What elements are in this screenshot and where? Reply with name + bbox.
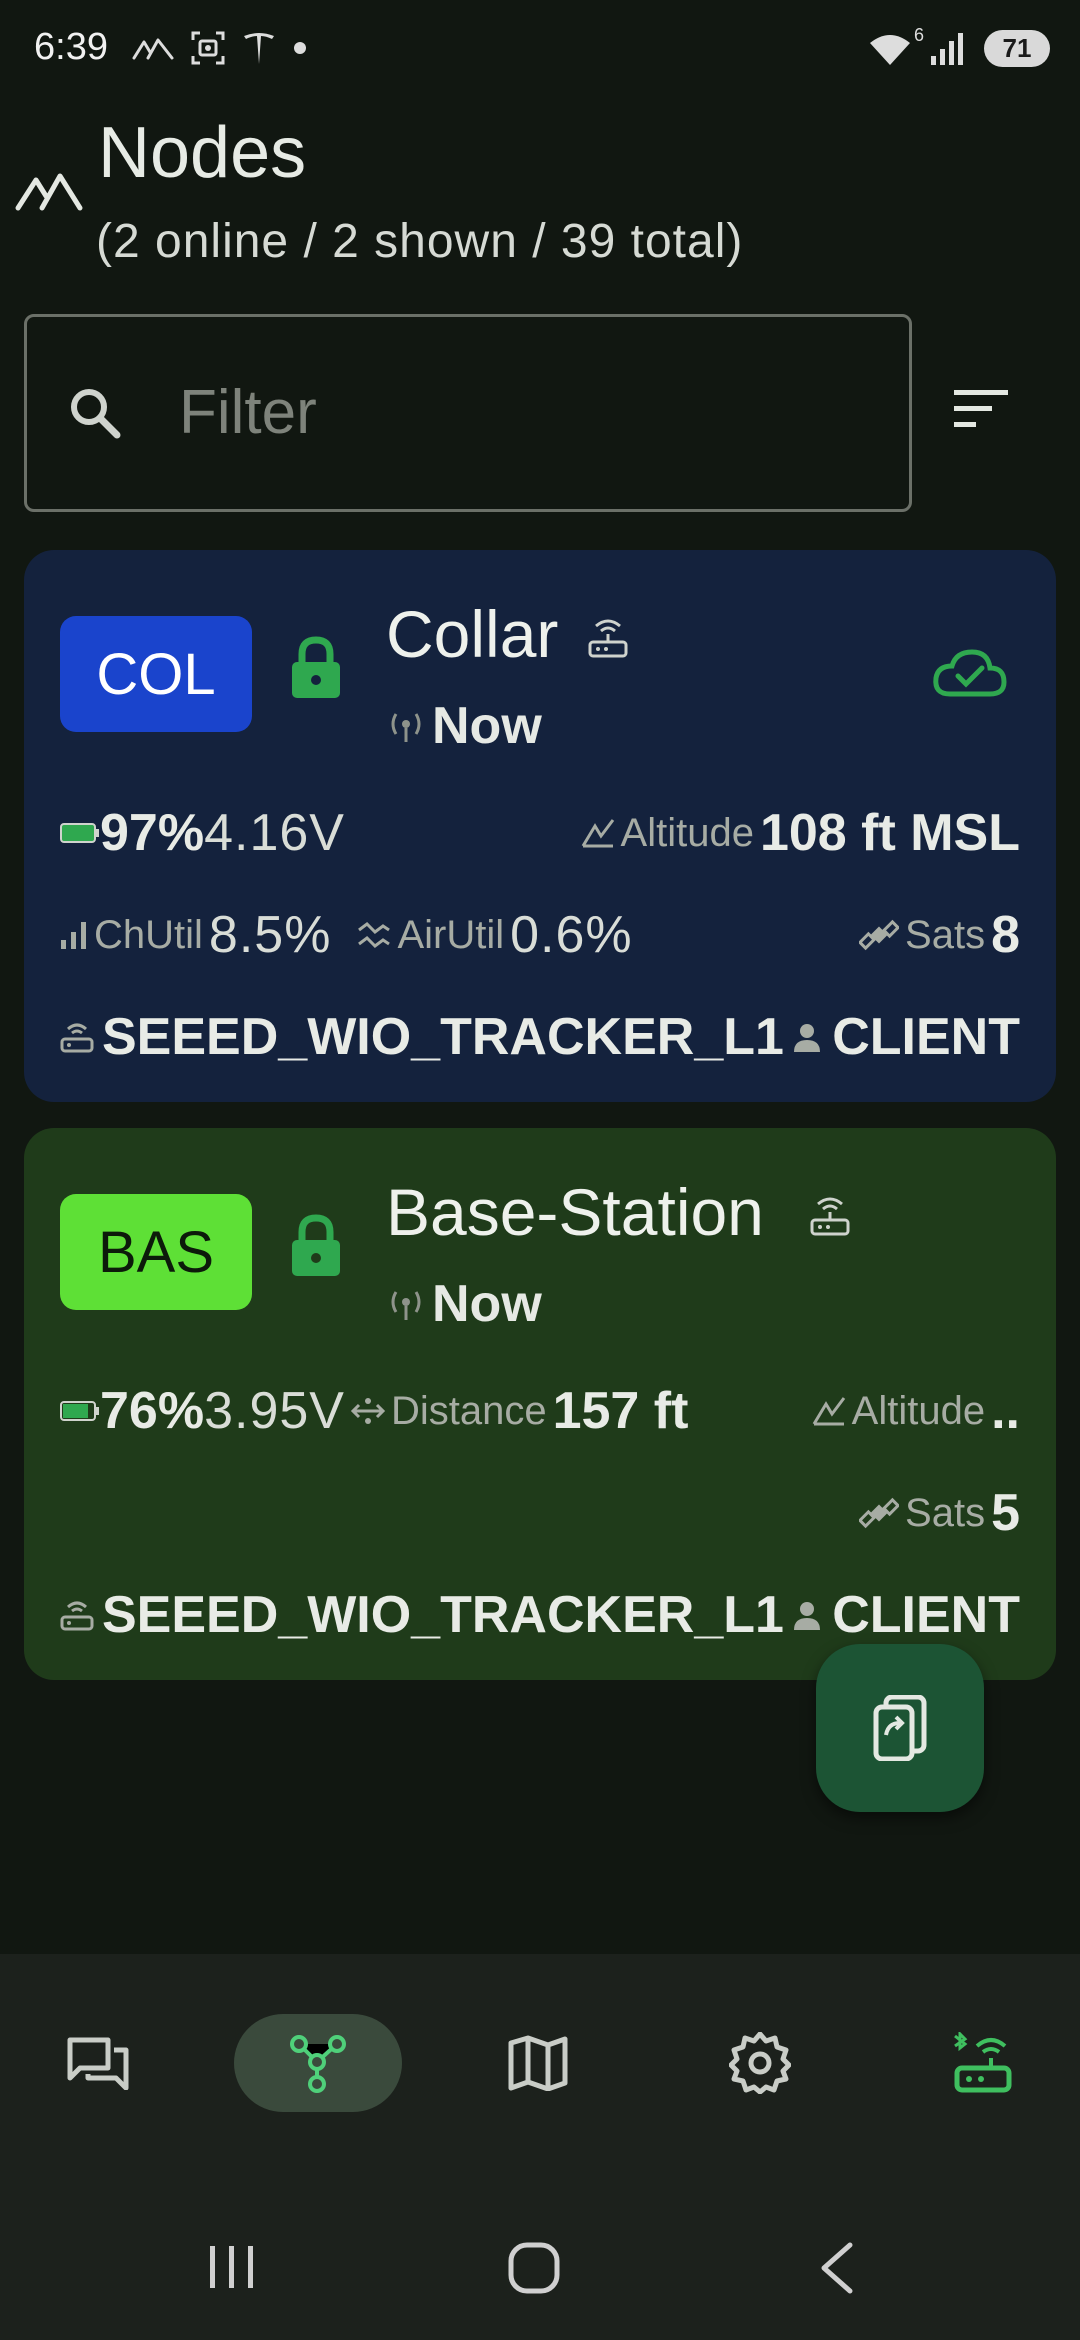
status-bar: 6:39 6 71 xyxy=(0,0,1080,100)
node-card[interactable]: COL Collar Now 97% 4.16V Altitude 108 ft… xyxy=(24,550,1056,1102)
battery-level: 97% xyxy=(100,804,205,862)
distance-icon xyxy=(350,1396,385,1426)
hardware-model: SEEED_WIO_TRACKER_L1 xyxy=(102,1008,784,1066)
person-icon xyxy=(792,1600,822,1630)
back-button[interactable] xyxy=(818,2242,854,2294)
hardware-role-row: SEEED_WIO_TRACKER_L1 CLIENT xyxy=(60,1580,1020,1650)
battery-icon xyxy=(60,1399,100,1423)
altitude-label: Altitude xyxy=(851,1388,986,1433)
node-card[interactable]: BAS Base-Station Now 76% 3.95V Distance … xyxy=(24,1128,1056,1680)
satellite-icon xyxy=(859,915,900,955)
nav-connection[interactable] xyxy=(898,2014,1066,2112)
satellite-icon xyxy=(859,1493,900,1533)
hardware-model: SEEED_WIO_TRACKER_L1 xyxy=(102,1586,784,1644)
cell-signal-icon xyxy=(930,32,966,66)
home-button[interactable] xyxy=(508,2242,560,2294)
router-icon xyxy=(588,616,628,660)
battery-icon xyxy=(60,821,100,845)
sats-label: Sats xyxy=(905,1490,986,1535)
battery-level: 76% xyxy=(100,1382,205,1440)
hardware-role-row: SEEED_WIO_TRACKER_L1 CLIENT xyxy=(60,1002,1020,1072)
nav-messages[interactable] xyxy=(14,2014,182,2112)
hardware-icon xyxy=(60,1021,94,1053)
altitude-truncated: .. xyxy=(991,1382,1020,1440)
router-icon xyxy=(810,1194,850,1238)
channel-util-icon xyxy=(60,920,88,950)
node-short-name-badge[interactable]: COL xyxy=(60,616,252,732)
node-role: CLIENT xyxy=(832,1586,1020,1644)
cloud-check-icon xyxy=(932,648,1008,698)
last-heard: Now xyxy=(432,1275,542,1333)
nav-settings[interactable] xyxy=(676,2014,844,2112)
wifi-label: 6 xyxy=(913,24,924,45)
distance-label: Distance xyxy=(390,1388,547,1433)
node-name: Collar xyxy=(386,597,559,671)
sats-label: Sats xyxy=(905,912,986,957)
person-icon xyxy=(792,1022,822,1052)
page-title: Nodes xyxy=(98,113,307,193)
lock-icon xyxy=(290,636,342,700)
altitude-icon xyxy=(581,818,615,848)
node-short-name-badge[interactable]: BAS xyxy=(60,1194,252,1310)
map-icon xyxy=(508,2035,568,2091)
search-icon xyxy=(67,385,123,441)
phone-share-icon xyxy=(872,1695,928,1761)
chat-icon xyxy=(66,2036,130,2090)
sats-value: 5 xyxy=(991,1484,1020,1542)
battery-icon: 71 xyxy=(984,30,1050,67)
bluetooth-router-icon xyxy=(951,2032,1013,2094)
lock-icon xyxy=(290,1214,342,1278)
airutil-label: AirUtil xyxy=(397,912,505,957)
power-altitude-row: 97% 4.16V Altitude 108 ft MSL xyxy=(60,798,1020,868)
system-navigation xyxy=(0,2194,1080,2340)
chutil-value: 8.5% xyxy=(208,906,332,964)
battery-voltage: 4.16V xyxy=(204,804,345,862)
recents-button[interactable] xyxy=(208,2244,256,2290)
node-role: CLIENT xyxy=(832,1008,1020,1066)
filter-field[interactable] xyxy=(24,314,912,512)
node-name: Base-Station xyxy=(386,1175,764,1249)
node-count-summary: (2 online / 2 shown / 39 total) xyxy=(96,215,744,268)
nav-map[interactable] xyxy=(454,2014,622,2112)
meshtastic-logo-icon xyxy=(14,168,84,214)
altitude-label: Altitude xyxy=(620,810,754,855)
altitude-value: 108 ft MSL xyxy=(759,804,1020,862)
nav-nodes[interactable] xyxy=(234,2014,402,2112)
sats-row: Sats 5 xyxy=(60,1478,1020,1548)
sort-icon[interactable] xyxy=(952,388,1010,430)
settings-icon xyxy=(729,2032,791,2094)
status-time: 6:39 xyxy=(34,26,108,68)
tesla-icon xyxy=(242,30,276,66)
signal-icon xyxy=(386,1286,426,1322)
airutil-value: 0.6% xyxy=(510,906,633,964)
screenshot-icon xyxy=(190,30,226,66)
air-util-icon xyxy=(357,920,391,950)
share-contact-fab[interactable] xyxy=(816,1644,984,1812)
power-distance-row: 76% 3.95V Distance 157 ft Altitude .. xyxy=(60,1376,1020,1446)
chutil-label: ChUtil xyxy=(94,912,203,957)
bottom-navigation xyxy=(0,1954,1080,2194)
util-sats-row: ChUtil 8.5% AirUtil 0.6% Sats 8 xyxy=(60,900,1020,970)
status-right: 6 71 xyxy=(868,25,1050,67)
signal-icon xyxy=(386,708,426,744)
filter-input[interactable] xyxy=(179,357,879,467)
dot-icon xyxy=(292,40,308,56)
wifi-icon: 6 xyxy=(868,25,924,67)
distance-value: 157 ft xyxy=(552,1382,689,1440)
sats-value: 8 xyxy=(991,906,1020,964)
meshtastic-icon xyxy=(132,34,174,62)
battery-voltage: 3.95V xyxy=(204,1382,345,1440)
nodes-icon xyxy=(287,2032,349,2094)
last-heard: Now xyxy=(432,697,542,755)
hardware-icon xyxy=(60,1599,94,1631)
altitude-icon xyxy=(812,1396,846,1426)
status-left-icons xyxy=(132,30,308,66)
